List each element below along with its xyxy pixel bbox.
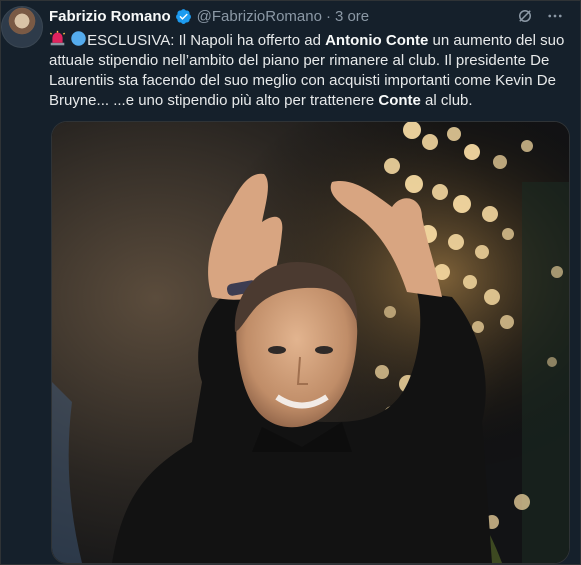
header-separator: ·	[325, 7, 331, 25]
more-options-icon[interactable]	[546, 7, 564, 25]
author-handle[interactable]: @FabrizioRomano	[197, 8, 322, 25]
tweet-content: Fabrizio Romano @FabrizioRomano · 3 ore	[49, 5, 568, 111]
author-avatar[interactable]	[1, 6, 43, 48]
text-part-5: al club.	[420, 92, 473, 109]
tweet-header: Fabrizio Romano @FabrizioRomano · 3 ore	[49, 5, 568, 27]
tweet-card[interactable]: Fabrizio Romano @FabrizioRomano · 3 ore	[0, 0, 581, 565]
text-part-1: ESCLUSIVA: Il Napoli ha offerto ad	[87, 32, 326, 49]
tweet-text: ESCLUSIVA: Il Napoli ha offerto ad Anton…	[49, 30, 569, 111]
author-name[interactable]: Fabrizio Romano	[49, 8, 171, 25]
tweet-time[interactable]: 3 ore	[335, 8, 369, 25]
mention-antonio-conte: Antonio Conte	[325, 32, 429, 49]
mention-conte: Conte	[378, 92, 421, 109]
siren-icon	[49, 30, 66, 46]
tweet-photo[interactable]	[51, 121, 570, 564]
grok-icon[interactable]	[516, 7, 534, 25]
photo-image	[52, 122, 569, 563]
verified-badge-icon	[175, 8, 191, 24]
blue-circle-icon	[71, 31, 86, 46]
tweet-actions-top	[516, 7, 564, 25]
